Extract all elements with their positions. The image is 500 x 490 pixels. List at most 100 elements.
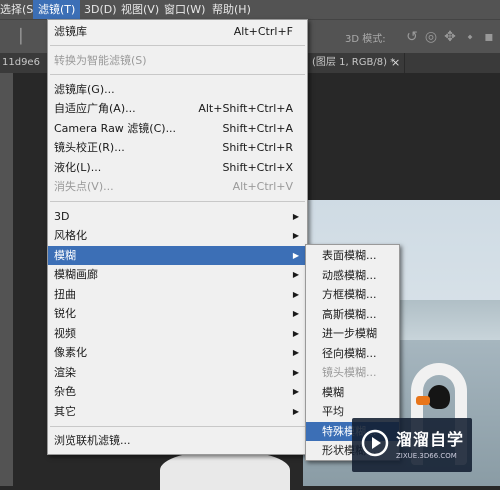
watermark-badge: 溜溜自学 ZIXUE.3D66.COM xyxy=(352,418,472,472)
menu-item-vanishing-point[interactable]: 消失点(V)... Alt+Ctrl+V xyxy=(48,177,307,196)
watermark-title: 溜溜自学 xyxy=(396,430,465,449)
menu-item-label: 扭曲 xyxy=(54,288,76,301)
submenu-arrow-icon: ▶ xyxy=(292,407,299,416)
document-tab-active[interactable]: (图层 1, RGB/8) * xyxy=(312,53,395,73)
menu-item-noise[interactable]: 杂色 ▶ xyxy=(48,382,307,401)
menu-3d[interactable]: 3D(D) xyxy=(84,0,118,19)
menu-item-pixelate[interactable]: 像素化 ▶ xyxy=(48,343,307,362)
menu-item-label: 风格化 xyxy=(54,229,87,242)
filter-dropdown-menu: 滤镜库 Alt+Ctrl+F 转换为智能滤镜(S) 滤镜库(G)... 自适应广… xyxy=(47,19,308,455)
submenu-item-motion-blur[interactable]: 动感模糊... xyxy=(306,266,399,286)
submenu-arrow-icon: ▶ xyxy=(292,329,299,338)
menu-item-other[interactable]: 其它 ▶ xyxy=(48,402,307,421)
document-tab-left[interactable]: 11d9e6 xyxy=(2,53,40,73)
menu-item-label: 3D xyxy=(54,210,70,223)
menu-item-camera-raw[interactable]: Camera Raw 滤镜(C)... Shift+Ctrl+A xyxy=(48,119,307,138)
menu-item-label: 模糊 xyxy=(54,249,76,262)
menu-item-label: 模糊画廊 xyxy=(54,268,98,281)
menu-item-label: 自适应广角(A)... xyxy=(54,102,136,115)
menu-item-shortcut: Alt+Ctrl+V xyxy=(232,180,293,193)
menu-item-shortcut: Shift+Ctrl+R xyxy=(222,141,293,154)
menu-item-label: 滤镜库 xyxy=(54,25,87,38)
scale-3d-icon[interactable]: ▪ xyxy=(481,29,497,45)
swan-lower xyxy=(160,450,290,490)
menu-item-label: 镜头校正(R)... xyxy=(54,141,125,154)
menu-item-shortcut: Shift+Ctrl+X xyxy=(222,161,293,174)
tools-panel-edge xyxy=(0,73,13,486)
play-logo-icon xyxy=(361,429,389,457)
submenu-item-label: 模糊 xyxy=(322,385,344,399)
menu-item-browse-online-filters[interactable]: 浏览联机滤镜... xyxy=(48,431,307,450)
submenu-arrow-icon: ▶ xyxy=(292,290,299,299)
pan-3d-icon[interactable]: ✥ xyxy=(442,29,458,45)
submenu-item-label: 表面模糊... xyxy=(322,249,377,262)
menu-item-label: 视频 xyxy=(54,327,76,340)
menu-window[interactable]: 窗口(W) xyxy=(164,0,206,19)
submenu-item-label: 方框模糊... xyxy=(322,288,377,301)
submenu-arrow-icon: ▶ xyxy=(292,231,299,240)
rotate-3d-icon[interactable]: ↺ xyxy=(404,29,420,45)
slide-3d-icon[interactable]: ⬩ xyxy=(462,29,478,45)
menu-item-label: 滤镜库(G)... xyxy=(54,83,115,96)
menu-item-blur-gallery[interactable]: 模糊画廊 ▶ xyxy=(48,265,307,284)
submenu-item-label: 平均 xyxy=(322,405,344,418)
menu-item-label: 渲染 xyxy=(54,366,76,379)
menu-item-sharpen[interactable]: 锐化 ▶ xyxy=(48,304,307,323)
menu-separator xyxy=(50,201,305,202)
submenu-item-label: 镜头模糊... xyxy=(322,366,377,379)
submenu-arrow-icon: ▶ xyxy=(292,387,299,396)
menu-separator xyxy=(50,74,305,75)
submenu-item-radial-blur[interactable]: 径向模糊... xyxy=(306,344,399,364)
submenu-item-label: 高斯模糊... xyxy=(322,307,377,321)
menu-item-adaptive-wide-angle[interactable]: 自适应广角(A)... Alt+Shift+Ctrl+A xyxy=(48,99,307,118)
menu-help[interactable]: 帮助(H) xyxy=(212,0,254,19)
submenu-arrow-icon: ▶ xyxy=(292,212,299,221)
submenu-arrow-icon: ▶ xyxy=(292,309,299,318)
menu-item-label: Camera Raw 滤镜(C)... xyxy=(54,122,177,135)
menu-item-label: 浏览联机滤镜... xyxy=(54,434,131,447)
watermark-url: ZIXUE.3D66.COM xyxy=(396,452,457,460)
menu-item-label: 杂色 xyxy=(54,385,76,398)
menu-bar: 选择(S) 滤镜(T) 3D(D) 视图(V) 窗口(W) 帮助(H) xyxy=(0,0,500,19)
submenu-item-blur-more[interactable]: 进一步模糊 xyxy=(306,324,399,344)
menu-filter[interactable]: 滤镜(T) xyxy=(33,0,80,19)
submenu-item-blur[interactable]: 模糊 xyxy=(306,383,399,403)
submenu-item-box-blur[interactable]: 方框模糊... xyxy=(306,285,399,305)
menu-item-distort[interactable]: 扭曲 ▶ xyxy=(48,285,307,304)
toolbar-separator-icon: ▕ xyxy=(10,29,22,45)
menu-item-filter-gallery-last[interactable]: 滤镜库 Alt+Ctrl+F xyxy=(48,22,307,41)
menu-item-label: 液化(L)... xyxy=(54,161,102,174)
menu-item-label: 其它 xyxy=(54,405,76,418)
menu-view[interactable]: 视图(V) xyxy=(121,0,159,19)
submenu-item-lens-blur[interactable]: 镜头模糊... xyxy=(306,363,399,383)
swan-beak xyxy=(416,396,430,405)
menu-item-filter-gallery[interactable]: 滤镜库(G)... xyxy=(48,80,307,99)
swan-head xyxy=(428,385,450,409)
menu-item-liquify[interactable]: 液化(L)... Shift+Ctrl+X xyxy=(48,158,307,177)
submenu-arrow-icon: ▶ xyxy=(292,348,299,357)
submenu-item-gaussian-blur[interactable]: 高斯模糊... xyxy=(306,305,399,325)
close-tab-icon[interactable]: × xyxy=(391,53,400,73)
menu-item-lens-correction[interactable]: 镜头校正(R)... Shift+Ctrl+R xyxy=(48,138,307,157)
menu-item-video[interactable]: 视频 ▶ xyxy=(48,324,307,343)
submenu-item-label: 径向模糊... xyxy=(322,346,377,360)
menu-item-stylize[interactable]: 风格化 ▶ xyxy=(48,226,307,245)
menu-item-label: 转换为智能滤镜(S) xyxy=(54,54,147,67)
submenu-item-surface-blur[interactable]: 表面模糊... xyxy=(306,246,399,266)
menu-item-render[interactable]: 渲染 ▶ xyxy=(48,363,307,382)
menu-separator xyxy=(50,426,305,427)
menu-item-label: 消失点(V)... xyxy=(54,180,114,193)
menu-separator xyxy=(50,45,305,46)
submenu-arrow-icon: ▶ xyxy=(292,270,299,279)
submenu-item-label: 进一步模糊 xyxy=(322,327,377,340)
tab-divider xyxy=(404,53,405,73)
menu-item-blur[interactable]: 模糊 ▶ xyxy=(48,246,307,265)
submenu-arrow-icon: ▶ xyxy=(292,251,299,260)
roll-3d-icon[interactable]: ◎ xyxy=(423,29,439,45)
menu-item-3d[interactable]: 3D ▶ xyxy=(48,207,307,226)
submenu-item-label: 动感模糊... xyxy=(322,268,377,282)
menu-select[interactable]: 选择(S) xyxy=(0,0,38,19)
submenu-arrow-icon: ▶ xyxy=(292,368,299,377)
menu-item-convert-smart-filter[interactable]: 转换为智能滤镜(S) xyxy=(48,51,307,70)
mode-3d-label: 3D 模式: xyxy=(345,34,386,45)
